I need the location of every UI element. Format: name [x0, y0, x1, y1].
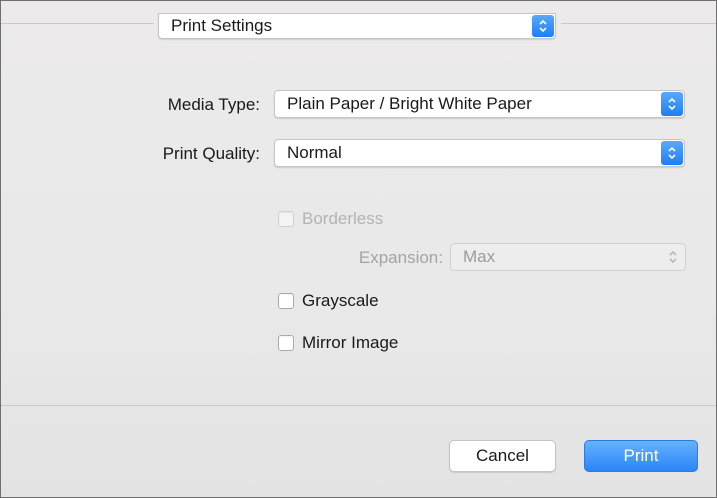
print-quality-value: Normal [287, 143, 342, 162]
print-settings-popup[interactable]: Print Settings [158, 13, 556, 39]
media-type-select[interactable]: Plain Paper / Bright White Paper [274, 90, 685, 118]
print-quality-label: Print Quality: [162, 144, 260, 163]
grayscale-checkbox[interactable] [278, 293, 294, 309]
mirror-image-label: Mirror Image [302, 333, 399, 352]
mirror-image-option[interactable]: Mirror Image [278, 333, 398, 353]
expansion-value: Max [463, 247, 496, 266]
media-type-stepper-icon [661, 92, 683, 116]
footer-divider [1, 405, 716, 406]
print-quality-select[interactable]: Normal [274, 139, 685, 167]
print-quality-stepper-icon [661, 141, 683, 165]
media-type-value: Plain Paper / Bright White Paper [287, 94, 532, 113]
print-dialog: Print Settings Media Type: Plain Paper /… [0, 0, 717, 498]
expansion-select: Max [450, 243, 686, 271]
popup-stepper-icon [532, 15, 554, 37]
grayscale-option[interactable]: Grayscale [278, 291, 379, 311]
print-button[interactable]: Print [584, 440, 698, 472]
grayscale-label: Grayscale [302, 291, 379, 310]
expansion-stepper-icon [662, 245, 684, 269]
header-divider-left [1, 23, 154, 24]
header-divider-right [561, 23, 716, 24]
mirror-image-checkbox[interactable] [278, 335, 294, 351]
borderless-checkbox [278, 211, 294, 227]
print-settings-label: Print Settings [171, 16, 273, 35]
media-type-label: Media Type: [167, 95, 260, 114]
borderless-label: Borderless [302, 209, 384, 228]
expansion-label: Expansion: [358, 248, 443, 267]
borderless-option: Borderless [278, 209, 383, 229]
cancel-button[interactable]: Cancel [449, 440, 556, 472]
